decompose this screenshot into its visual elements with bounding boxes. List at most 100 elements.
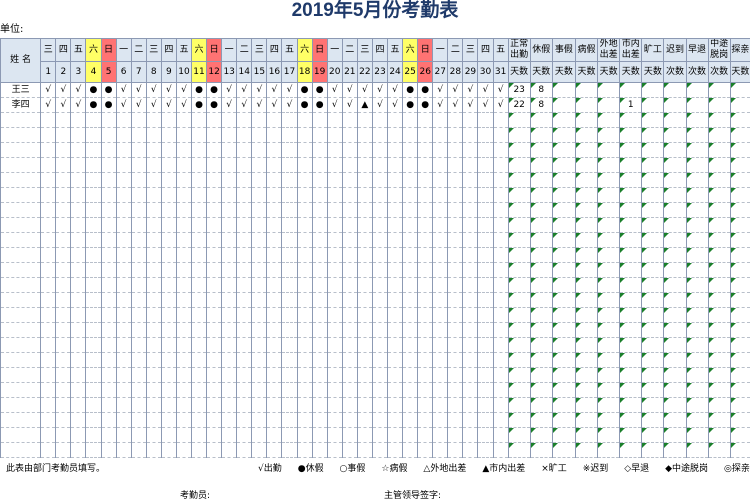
- attendance-mark-cell[interactable]: [493, 278, 508, 293]
- attendance-mark-cell[interactable]: [146, 368, 161, 383]
- summary-value-cell[interactable]: [708, 128, 730, 143]
- attendance-mark-cell[interactable]: [282, 398, 297, 413]
- attendance-mark-cell[interactable]: √: [433, 98, 448, 113]
- attendance-mark-cell[interactable]: [403, 263, 418, 278]
- summary-value-cell[interactable]: [552, 203, 575, 218]
- attendance-mark-cell[interactable]: [403, 308, 418, 323]
- attendance-mark-cell[interactable]: [493, 248, 508, 263]
- summary-value-cell[interactable]: [552, 188, 575, 203]
- attendance-mark-cell[interactable]: [478, 158, 493, 173]
- summary-value-cell[interactable]: [598, 143, 620, 158]
- attendance-mark-cell[interactable]: [101, 158, 116, 173]
- attendance-mark-cell[interactable]: √: [327, 83, 342, 98]
- attendance-mark-cell[interactable]: [71, 383, 86, 398]
- summary-value-cell[interactable]: [575, 293, 597, 308]
- attendance-mark-cell[interactable]: [237, 218, 252, 233]
- summary-value-cell[interactable]: [575, 443, 597, 458]
- attendance-mark-cell[interactable]: [342, 143, 357, 158]
- attendance-mark-cell[interactable]: [252, 323, 267, 338]
- attendance-mark-cell[interactable]: [463, 158, 478, 173]
- attendance-mark-cell[interactable]: [388, 398, 403, 413]
- attendance-mark-cell[interactable]: [131, 113, 146, 128]
- attendance-mark-cell[interactable]: ●: [101, 98, 116, 113]
- summary-value-cell[interactable]: [730, 218, 750, 233]
- attendance-mark-cell[interactable]: [463, 383, 478, 398]
- attendance-mark-cell[interactable]: [312, 203, 327, 218]
- summary-value-cell[interactable]: [552, 383, 575, 398]
- summary-value-cell[interactable]: [708, 218, 730, 233]
- attendance-mark-cell[interactable]: [237, 398, 252, 413]
- attendance-mark-cell[interactable]: [116, 218, 131, 233]
- summary-value-cell[interactable]: [664, 398, 686, 413]
- attendance-mark-cell[interactable]: [222, 443, 237, 458]
- attendance-mark-cell[interactable]: [86, 398, 101, 413]
- attendance-mark-cell[interactable]: [463, 203, 478, 218]
- attendance-mark-cell[interactable]: [372, 338, 387, 353]
- attendance-mark-cell[interactable]: [478, 233, 493, 248]
- attendance-mark-cell[interactable]: [388, 128, 403, 143]
- summary-value-cell[interactable]: [508, 233, 530, 248]
- attendance-mark-cell[interactable]: [207, 113, 222, 128]
- attendance-mark-cell[interactable]: [297, 218, 312, 233]
- attendance-mark-cell[interactable]: [252, 188, 267, 203]
- attendance-mark-cell[interactable]: ●: [418, 98, 433, 113]
- attendance-mark-cell[interactable]: [448, 158, 463, 173]
- attendance-mark-cell[interactable]: [237, 188, 252, 203]
- attendance-mark-cell[interactable]: [191, 113, 206, 128]
- attendance-mark-cell[interactable]: [41, 308, 56, 323]
- attendance-mark-cell[interactable]: [282, 158, 297, 173]
- summary-value-cell[interactable]: 8: [530, 98, 552, 113]
- attendance-mark-cell[interactable]: [433, 278, 448, 293]
- attendance-mark-cell[interactable]: [56, 338, 71, 353]
- attendance-mark-cell[interactable]: √: [176, 83, 191, 98]
- attendance-mark-cell[interactable]: [86, 428, 101, 443]
- attendance-mark-cell[interactable]: [297, 398, 312, 413]
- attendance-mark-cell[interactable]: [86, 308, 101, 323]
- attendance-mark-cell[interactable]: [131, 233, 146, 248]
- attendance-mark-cell[interactable]: [161, 368, 176, 383]
- attendance-mark-cell[interactable]: √: [478, 83, 493, 98]
- summary-value-cell[interactable]: [530, 203, 552, 218]
- attendance-mark-cell[interactable]: [146, 143, 161, 158]
- attendance-mark-cell[interactable]: [176, 293, 191, 308]
- attendance-mark-cell[interactable]: [41, 158, 56, 173]
- summary-value-cell[interactable]: [530, 428, 552, 443]
- summary-value-cell[interactable]: [686, 278, 708, 293]
- attendance-mark-cell[interactable]: [372, 308, 387, 323]
- attendance-mark-cell[interactable]: [207, 323, 222, 338]
- summary-value-cell[interactable]: [598, 278, 620, 293]
- summary-value-cell[interactable]: [708, 83, 730, 98]
- summary-value-cell[interactable]: [598, 233, 620, 248]
- summary-value-cell[interactable]: [575, 383, 597, 398]
- attendance-mark-cell[interactable]: [191, 368, 206, 383]
- attendance-mark-cell[interactable]: [463, 368, 478, 383]
- attendance-mark-cell[interactable]: [116, 188, 131, 203]
- attendance-mark-cell[interactable]: [418, 353, 433, 368]
- attendance-mark-cell[interactable]: [493, 368, 508, 383]
- attendance-mark-cell[interactable]: [403, 338, 418, 353]
- summary-value-cell[interactable]: [575, 398, 597, 413]
- attendance-mark-cell[interactable]: [101, 263, 116, 278]
- attendance-mark-cell[interactable]: [131, 428, 146, 443]
- attendance-mark-cell[interactable]: [493, 323, 508, 338]
- attendance-mark-cell[interactable]: [433, 398, 448, 413]
- attendance-mark-cell[interactable]: [191, 323, 206, 338]
- attendance-mark-cell[interactable]: [418, 128, 433, 143]
- attendance-mark-cell[interactable]: [191, 413, 206, 428]
- employee-name-cell[interactable]: [1, 233, 41, 248]
- attendance-mark-cell[interactable]: √: [463, 98, 478, 113]
- summary-value-cell[interactable]: [598, 398, 620, 413]
- attendance-mark-cell[interactable]: [372, 218, 387, 233]
- attendance-mark-cell[interactable]: [116, 143, 131, 158]
- summary-value-cell[interactable]: [664, 158, 686, 173]
- attendance-mark-cell[interactable]: [433, 263, 448, 278]
- attendance-mark-cell[interactable]: [297, 233, 312, 248]
- attendance-mark-cell[interactable]: [176, 368, 191, 383]
- summary-value-cell[interactable]: [642, 398, 664, 413]
- summary-value-cell[interactable]: [664, 443, 686, 458]
- summary-value-cell[interactable]: [552, 143, 575, 158]
- attendance-mark-cell[interactable]: [403, 203, 418, 218]
- employee-name-cell[interactable]: [1, 203, 41, 218]
- attendance-mark-cell[interactable]: [207, 188, 222, 203]
- attendance-mark-cell[interactable]: [146, 308, 161, 323]
